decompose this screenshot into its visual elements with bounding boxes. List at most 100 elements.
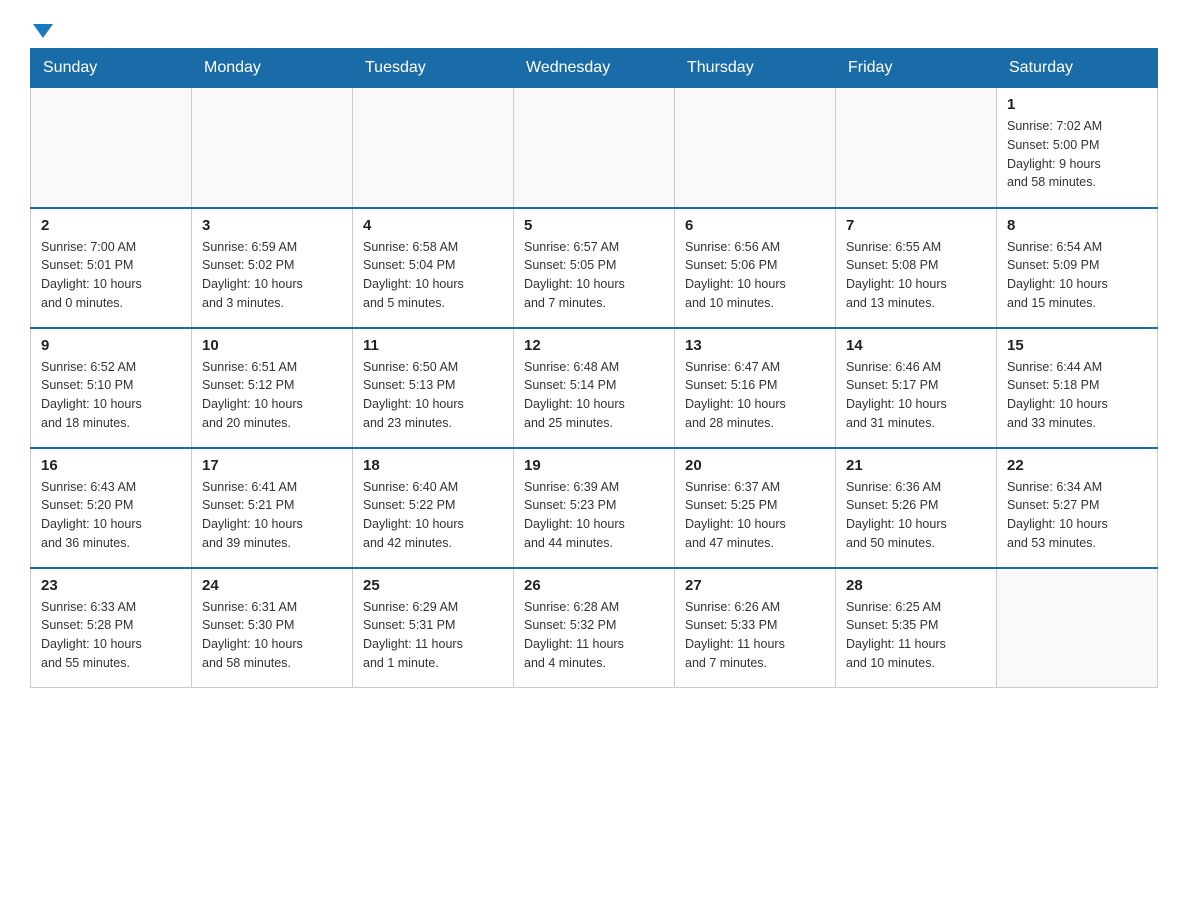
logo [30,20,53,38]
calendar-cell: 15 Sunrise: 6:44 AMSunset: 5:18 PMDayligh… [997,328,1158,448]
day-number: 8 [1007,217,1147,234]
day-number: 11 [363,337,503,354]
day-info: Sunrise: 6:37 AMSunset: 5:25 PMDaylight:… [685,478,825,553]
calendar-week-3: 9 Sunrise: 6:52 AMSunset: 5:10 PMDaylight… [31,328,1158,448]
day-number: 15 [1007,337,1147,354]
day-number: 24 [202,577,342,594]
calendar-cell: 18Sunrise: 6:40 AMSunset: 5:22 PMDayligh… [353,448,514,568]
calendar-cell: 23 Sunrise: 6:33 AMSunset: 5:28 PMDayligh… [31,568,192,688]
day-info: Sunrise: 6:28 AMSunset: 5:32 PMDaylight:… [524,598,664,673]
calendar-cell: 5 Sunrise: 6:57 AMSunset: 5:05 PMDaylight… [514,208,675,328]
calendar-cell: 24 Sunrise: 6:31 AMSunset: 5:30 PMDayligh… [192,568,353,688]
day-info: Sunrise: 6:33 AMSunset: 5:28 PMDaylight:… [41,598,181,673]
calendar-cell: 13 Sunrise: 6:47 AMSunset: 5:16 PMDayligh… [675,328,836,448]
day-info: Sunrise: 6:54 AMSunset: 5:09 PMDaylight:… [1007,238,1147,313]
calendar-cell [675,88,836,208]
calendar-cell [353,88,514,208]
calendar-week-5: 23 Sunrise: 6:33 AMSunset: 5:28 PMDayligh… [31,568,1158,688]
day-info: Sunrise: 6:51 AMSunset: 5:12 PMDaylight:… [202,358,342,433]
calendar-header-row: SundayMondayTuesdayWednesdayThursdayFrid… [31,49,1158,88]
day-info: Sunrise: 6:31 AMSunset: 5:30 PMDaylight:… [202,598,342,673]
calendar-cell [31,88,192,208]
day-info: Sunrise: 6:34 AMSunset: 5:27 PMDaylight:… [1007,478,1147,553]
day-info: Sunrise: 6:48 AMSunset: 5:14 PMDaylight:… [524,358,664,433]
day-number: 2 [41,217,181,234]
weekday-header-friday: Friday [836,49,997,88]
day-info: Sunrise: 6:39 AMSunset: 5:23 PMDaylight:… [524,478,664,553]
calendar-cell: 2 Sunrise: 7:00 AMSunset: 5:01 PMDaylight… [31,208,192,328]
day-info: Sunrise: 6:52 AMSunset: 5:10 PMDaylight:… [41,358,181,433]
day-number: 17 [202,457,342,474]
day-info: Sunrise: 6:43 AMSunset: 5:20 PMDaylight:… [41,478,181,553]
calendar-cell: 14 Sunrise: 6:46 AMSunset: 5:17 PMDayligh… [836,328,997,448]
day-info: Sunrise: 6:47 AMSunset: 5:16 PMDaylight:… [685,358,825,433]
calendar-cell: 12 Sunrise: 6:48 AMSunset: 5:14 PMDayligh… [514,328,675,448]
day-info: Sunrise: 6:46 AMSunset: 5:17 PMDaylight:… [846,358,986,433]
day-number: 16 [41,457,181,474]
day-info: Sunrise: 7:02 AMSunset: 5:00 PMDaylight:… [1007,117,1147,192]
calendar-cell: 16 Sunrise: 6:43 AMSunset: 5:20 PMDayligh… [31,448,192,568]
calendar-cell: 17 Sunrise: 6:41 AMSunset: 5:21 PMDayligh… [192,448,353,568]
day-number: 9 [41,337,181,354]
day-number: 26 [524,577,664,594]
weekday-header-monday: Monday [192,49,353,88]
calendar-cell: 4Sunrise: 6:58 AMSunset: 5:04 PMDaylight… [353,208,514,328]
logo-arrow-icon [33,24,53,38]
calendar-cell: 8 Sunrise: 6:54 AMSunset: 5:09 PMDaylight… [997,208,1158,328]
calendar-cell: 25 Sunrise: 6:29 AMSunset: 5:31 PMDayligh… [353,568,514,688]
page-header [30,20,1158,38]
calendar-cell [997,568,1158,688]
weekday-header-sunday: Sunday [31,49,192,88]
weekday-header-wednesday: Wednesday [514,49,675,88]
day-number: 7 [846,217,986,234]
calendar-cell: 10Sunrise: 6:51 AMSunset: 5:12 PMDayligh… [192,328,353,448]
calendar-cell: 7 Sunrise: 6:55 AMSunset: 5:08 PMDaylight… [836,208,997,328]
calendar-cell: 6 Sunrise: 6:56 AMSunset: 5:06 PMDaylight… [675,208,836,328]
day-number: 5 [524,217,664,234]
calendar-cell: 9 Sunrise: 6:52 AMSunset: 5:10 PMDaylight… [31,328,192,448]
day-info: Sunrise: 6:44 AMSunset: 5:18 PMDaylight:… [1007,358,1147,433]
day-info: Sunrise: 6:41 AMSunset: 5:21 PMDaylight:… [202,478,342,553]
calendar-cell [836,88,997,208]
day-number: 3 [202,217,342,234]
calendar-cell: 22 Sunrise: 6:34 AMSunset: 5:27 PMDayligh… [997,448,1158,568]
calendar-cell: 21 Sunrise: 6:36 AMSunset: 5:26 PMDayligh… [836,448,997,568]
calendar-cell: 20 Sunrise: 6:37 AMSunset: 5:25 PMDayligh… [675,448,836,568]
day-info: Sunrise: 7:00 AMSunset: 5:01 PMDaylight:… [41,238,181,313]
day-info: Sunrise: 6:25 AMSunset: 5:35 PMDaylight:… [846,598,986,673]
day-number: 20 [685,457,825,474]
day-number: 12 [524,337,664,354]
day-number: 13 [685,337,825,354]
day-number: 6 [685,217,825,234]
calendar-cell: 3Sunrise: 6:59 AMSunset: 5:02 PMDaylight… [192,208,353,328]
day-number: 1 [1007,96,1147,113]
day-number: 28 [846,577,986,594]
calendar-week-2: 2 Sunrise: 7:00 AMSunset: 5:01 PMDaylight… [31,208,1158,328]
day-number: 19 [524,457,664,474]
day-info: Sunrise: 6:29 AMSunset: 5:31 PMDaylight:… [363,598,503,673]
weekday-header-saturday: Saturday [997,49,1158,88]
day-number: 21 [846,457,986,474]
calendar-cell: 11 Sunrise: 6:50 AMSunset: 5:13 PMDayligh… [353,328,514,448]
calendar-cell: 26 Sunrise: 6:28 AMSunset: 5:32 PMDayligh… [514,568,675,688]
day-number: 25 [363,577,503,594]
calendar-table: SundayMondayTuesdayWednesdayThursdayFrid… [30,48,1158,688]
day-number: 27 [685,577,825,594]
day-info: Sunrise: 6:55 AMSunset: 5:08 PMDaylight:… [846,238,986,313]
day-info: Sunrise: 6:50 AMSunset: 5:13 PMDaylight:… [363,358,503,433]
calendar-cell: 28 Sunrise: 6:25 AMSunset: 5:35 PMDayligh… [836,568,997,688]
calendar-cell: 27 Sunrise: 6:26 AMSunset: 5:33 PMDayligh… [675,568,836,688]
calendar-cell [192,88,353,208]
weekday-header-tuesday: Tuesday [353,49,514,88]
day-number: 23 [41,577,181,594]
day-info: Sunrise: 6:56 AMSunset: 5:06 PMDaylight:… [685,238,825,313]
calendar-cell: 19 Sunrise: 6:39 AMSunset: 5:23 PMDayligh… [514,448,675,568]
day-number: 18 [363,457,503,474]
day-number: 22 [1007,457,1147,474]
calendar-week-4: 16 Sunrise: 6:43 AMSunset: 5:20 PMDayligh… [31,448,1158,568]
day-number: 14 [846,337,986,354]
day-info: Sunrise: 6:26 AMSunset: 5:33 PMDaylight:… [685,598,825,673]
day-info: Sunrise: 6:36 AMSunset: 5:26 PMDaylight:… [846,478,986,553]
day-info: Sunrise: 6:57 AMSunset: 5:05 PMDaylight:… [524,238,664,313]
weekday-header-thursday: Thursday [675,49,836,88]
